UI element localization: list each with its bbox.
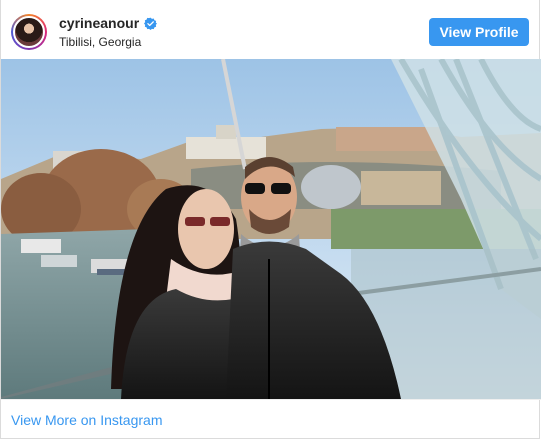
avatar-image [13, 16, 45, 48]
view-more-link[interactable]: View More on Instagram [11, 412, 162, 428]
instagram-embed: cyrineanour Tibilisi, Georgia View Profi… [0, 0, 541, 439]
post-photo[interactable] [1, 59, 541, 399]
post-footer: View More on Instagram [1, 399, 541, 439]
post-header: cyrineanour Tibilisi, Georgia View Profi… [1, 0, 541, 59]
avatar[interactable] [11, 14, 47, 50]
post-location[interactable]: Tibilisi, Georgia [59, 34, 157, 50]
view-profile-button[interactable]: View Profile [429, 18, 529, 46]
user-info: cyrineanour Tibilisi, Georgia [59, 15, 158, 50]
username[interactable]: cyrineanour [59, 15, 139, 32]
verified-badge-icon [144, 17, 158, 30]
post-image [1, 59, 541, 399]
username-row: cyrineanour [59, 15, 158, 32]
